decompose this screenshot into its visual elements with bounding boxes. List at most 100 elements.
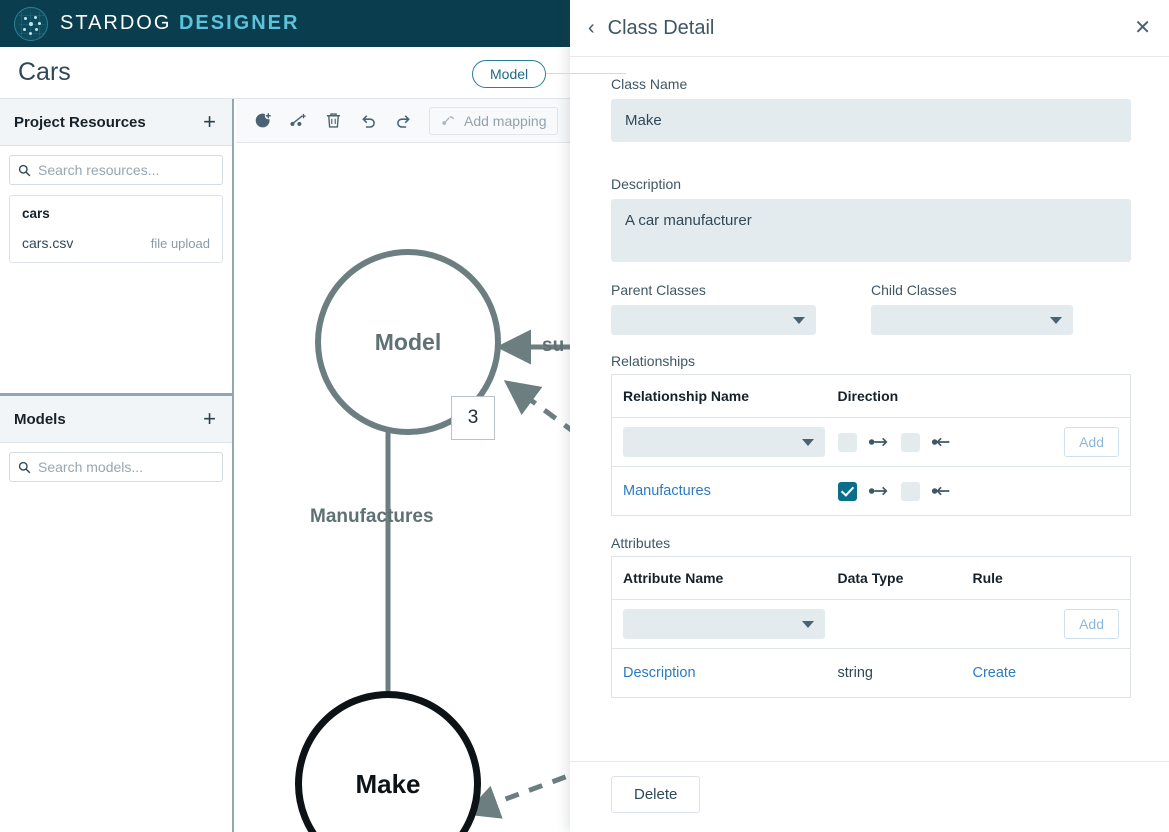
relationship-name-link[interactable]: Manufactures: [623, 483, 711, 499]
class-detail-header: ‹ Class Detail ✕: [570, 0, 1169, 57]
tab-model[interactable]: Model: [472, 60, 547, 88]
close-icon[interactable]: ✕: [1134, 18, 1151, 38]
add-class-icon[interactable]: [254, 111, 273, 130]
resource-file-row[interactable]: cars.csv file upload: [22, 235, 210, 251]
class-hierarchy-row: Parent Classes Child Classes: [611, 282, 1131, 335]
incoming-arrow-icon: [931, 437, 949, 447]
table-row: Description string Create: [612, 649, 1131, 698]
add-relationship-button[interactable]: Add: [1064, 427, 1119, 457]
description-field[interactable]: A car manufacturer: [611, 199, 1131, 262]
outgoing-arrow-icon: [868, 486, 888, 496]
search-icon: [18, 461, 31, 473]
relationship-outgoing-checkbox[interactable]: [837, 432, 857, 452]
attributes-table: Attribute Name Data Type Rule Add Descri…: [611, 556, 1131, 698]
relationships-new-direction-cell: [826, 417, 979, 467]
resource-file-name: cars.csv: [22, 235, 74, 251]
add-mapping-label: Add mapping: [464, 112, 547, 129]
models-title: Models: [14, 410, 66, 428]
relationship-outgoing-checkbox[interactable]: [837, 481, 857, 501]
delete-button[interactable]: Delete: [611, 776, 701, 813]
relationship-direction-group: [837, 481, 1131, 501]
relationships-header-row: Relationship Name Direction: [611, 374, 1131, 418]
project-resources-title: Project Resources: [14, 113, 146, 131]
chevron-down-icon: [793, 317, 805, 324]
add-mapping-button[interactable]: Add mapping: [429, 106, 558, 135]
attribute-name-link[interactable]: Description: [623, 665, 696, 681]
page-title: Cars: [18, 58, 71, 86]
table-row: Manufactures: [612, 467, 1131, 516]
relationship-incoming-checkbox[interactable]: [900, 481, 920, 501]
graph-edge-label-manufactures[interactable]: Manufactures: [310, 506, 434, 528]
attributes-new-rule-cell: [961, 599, 1046, 649]
search-models-input[interactable]: Search models...: [9, 452, 223, 482]
class-detail-footer: Delete: [570, 761, 1169, 832]
class-name-label: Class Name: [611, 76, 688, 92]
attributes-new-name-cell: [611, 599, 827, 649]
project-resources-header: Project Resources +: [0, 99, 232, 146]
project-resources-section: Project Resources + Search resources... …: [0, 99, 232, 393]
child-classes-group: Child Classes: [871, 282, 1131, 335]
search-icon: [18, 164, 31, 176]
search-models-placeholder: Search models...: [38, 459, 144, 475]
relationship-name-select[interactable]: [623, 427, 825, 457]
tab-connector-line: [536, 73, 626, 74]
attributes-section-label: Attributes: [611, 535, 671, 551]
trash-icon[interactable]: [324, 111, 343, 130]
relationships-new-row: Add: [611, 417, 1131, 467]
relationships-new-name-cell: [611, 417, 827, 467]
graph-node-model-label: Model: [374, 328, 442, 355]
undo-icon[interactable]: [359, 111, 378, 130]
redo-icon[interactable]: [394, 111, 413, 130]
mapping-icon: [442, 115, 455, 125]
graph-edge-label-subclassof[interactable]: su: [542, 335, 564, 357]
relationship-incoming-checkbox[interactable]: [900, 432, 920, 452]
parent-classes-label: Parent Classes: [611, 282, 706, 298]
chevron-down-icon: [802, 439, 814, 446]
relationships-new-action-cell: Add: [978, 417, 1131, 467]
brand-title: STARDOG DESIGNER: [60, 12, 299, 35]
add-attribute-button[interactable]: Add: [1064, 609, 1119, 639]
relationships-col-direction: Direction: [826, 374, 1131, 418]
class-detail-title: Class Detail: [607, 16, 715, 39]
brand-title-light: STARDOG: [60, 12, 172, 34]
chevron-down-icon: [802, 621, 814, 628]
parent-classes-group: Parent Classes: [611, 282, 871, 335]
attributes-new-action-cell: Add: [1046, 599, 1131, 649]
parent-classes-select[interactable]: [611, 305, 816, 335]
add-relationship-icon[interactable]: [289, 111, 308, 130]
outgoing-arrow-icon: [868, 437, 888, 447]
app-root: STARDOG DESIGNER Cars Model Project Reso…: [0, 0, 1169, 832]
child-classes-select[interactable]: [871, 305, 1073, 335]
graph-node-model-badge[interactable]: 3: [451, 396, 495, 440]
relationships-section-label: Relationships: [611, 353, 696, 369]
models-header: Models +: [0, 396, 232, 443]
search-resources-input[interactable]: Search resources...: [9, 155, 223, 185]
add-model-button[interactable]: +: [201, 408, 218, 430]
brand-title-bold: DESIGNER: [178, 12, 300, 34]
resource-card-title: cars: [22, 206, 50, 221]
attribute-rule-cell: Create: [962, 649, 1131, 698]
chevron-left-icon[interactable]: ‹: [588, 18, 595, 38]
attributes-col-rule: Rule: [961, 556, 1131, 600]
resource-card-cars[interactable]: cars cars.csv file upload: [9, 195, 223, 263]
graph-node-make-label: Make: [355, 768, 421, 799]
relationship-direction-group: [837, 432, 979, 452]
class-detail-body: Class Name Make Description A car manufa…: [570, 57, 1169, 769]
attributes-col-name: Attribute Name: [611, 556, 827, 600]
child-classes-label: Child Classes: [871, 282, 957, 298]
attribute-name-cell: Description: [612, 649, 827, 698]
attribute-datatype-cell: string: [837, 665, 873, 681]
stardog-network-logo-icon: [14, 6, 48, 41]
attribute-rule-create-link[interactable]: Create: [973, 665, 1017, 681]
chevron-down-icon: [1050, 317, 1062, 324]
attribute-name-select[interactable]: [623, 609, 825, 639]
class-name-field[interactable]: Make: [611, 99, 1131, 142]
relationship-name-cell: Manufactures: [612, 467, 827, 516]
attributes-col-datatype: Data Type: [826, 556, 962, 600]
relationships-table: Relationship Name Direction Add Manufact…: [611, 374, 1131, 516]
add-resource-button[interactable]: +: [201, 111, 218, 133]
attributes-new-datatype-cell: [826, 599, 962, 649]
relationship-direction-cell: [827, 467, 1131, 516]
incoming-arrow-icon: [931, 486, 949, 496]
attributes-header-row: Attribute Name Data Type Rule: [611, 556, 1131, 600]
